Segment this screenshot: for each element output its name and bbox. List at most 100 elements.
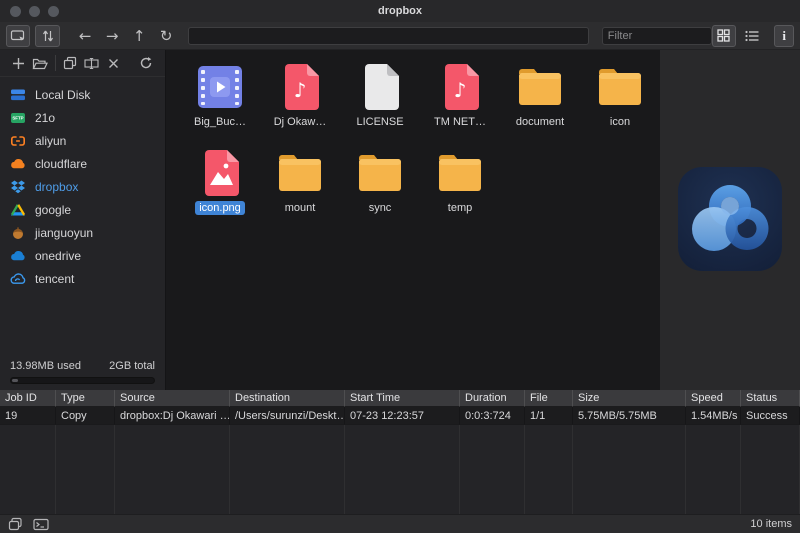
jianguoyun-icon — [10, 226, 26, 240]
add-remote-button[interactable] — [8, 52, 29, 74]
local-disk-icon — [10, 88, 26, 102]
column-header[interactable]: File — [525, 390, 573, 407]
file-item-video[interactable]: Big_Buc… — [180, 62, 260, 148]
filter-input[interactable] — [602, 27, 712, 45]
sidebar-item-aliyun[interactable]: aliyun — [0, 129, 165, 152]
copy-remote-button[interactable] — [60, 52, 81, 74]
file-item-folder[interactable]: document — [500, 62, 580, 148]
file-item-audio[interactable]: ♪ Dj Okaw… — [260, 62, 340, 148]
plus-icon — [12, 57, 25, 70]
column-header[interactable]: Source — [115, 390, 230, 407]
job-cell-duration[interactable]: 0:0:3:724 — [460, 407, 525, 425]
folder-icon — [356, 152, 404, 194]
storage-usage: 13.98MB used 2GB total — [0, 360, 165, 384]
toggle-remotes-panel-button[interactable] — [6, 25, 30, 47]
column-header[interactable]: Duration — [460, 390, 525, 407]
file-item-folder[interactable]: temp — [420, 148, 500, 234]
file-item-folder[interactable]: icon — [580, 62, 660, 148]
job-cell-type[interactable]: Copy — [56, 407, 115, 425]
toggle-transfers-panel-button[interactable] — [35, 25, 59, 47]
transfers-status-icon[interactable] — [8, 517, 23, 531]
list-view-button[interactable] — [740, 25, 764, 47]
file-item-document[interactable]: LICENSE — [340, 62, 420, 148]
table-filler — [230, 425, 345, 514]
grid-view-button[interactable] — [712, 25, 736, 47]
table-filler — [741, 425, 800, 514]
file-label: document — [512, 115, 568, 129]
forward-button[interactable]: → — [99, 27, 126, 45]
info-panel-button[interactable]: i — [774, 25, 794, 47]
job-cell-speed[interactable]: 1.54MB/s — [686, 407, 741, 425]
remote-label: tencent — [35, 272, 74, 286]
file-label: Dj Okaw… — [270, 115, 331, 129]
sidebar: Local Disk SFTP 21o aliyun — [0, 50, 166, 390]
sidebar-item-local-disk[interactable]: Local Disk — [0, 83, 165, 106]
app-window: dropbox ← → ↑ ↻ — [0, 0, 800, 533]
job-cell-destination[interactable]: /Users/surunzi/Deskt… — [230, 407, 345, 425]
terminal-icon[interactable] — [33, 518, 49, 531]
refresh-icon — [139, 56, 153, 70]
dropbox-icon — [10, 180, 26, 194]
job-cell-id[interactable]: 19 — [0, 407, 56, 425]
document-file-icon — [360, 63, 400, 111]
table-filler — [525, 425, 573, 514]
sidebar-item-onedrive[interactable]: onedrive — [0, 244, 165, 267]
table-filler — [686, 425, 741, 514]
sidebar-item-google[interactable]: google — [0, 198, 165, 221]
job-cell-start-time[interactable]: 07-23 12:23:57 — [345, 407, 460, 425]
job-cell-status[interactable]: Success — [741, 407, 800, 425]
usage-used-label: 13.98MB used — [10, 360, 81, 372]
table-filler — [0, 425, 56, 514]
folder-icon — [516, 66, 564, 108]
address-input[interactable] — [188, 27, 589, 45]
file-label: Big_Buc… — [190, 115, 250, 129]
file-item-folder[interactable]: mount — [260, 148, 340, 234]
column-header[interactable]: Destination — [230, 390, 345, 407]
sidebar-item-dropbox[interactable]: dropbox — [0, 175, 165, 198]
rename-icon — [84, 57, 99, 70]
remote-label: google — [35, 203, 71, 217]
sidebar-item-tencent[interactable]: tencent — [0, 267, 165, 290]
column-header[interactable]: Speed — [686, 390, 741, 407]
usage-total-label: 2GB total — [109, 360, 155, 372]
cloudflare-icon — [10, 157, 26, 171]
job-cell-size[interactable]: 5.75MB/5.75MB — [573, 407, 686, 425]
column-header[interactable]: Job ID — [0, 390, 56, 407]
close-icon — [108, 58, 119, 69]
rename-remote-button[interactable] — [81, 52, 102, 74]
back-button[interactable]: ← — [72, 27, 99, 45]
file-item-image-selected[interactable]: icon.png — [180, 148, 260, 234]
remote-label: cloudflare — [35, 157, 87, 171]
file-item-folder[interactable]: sync — [340, 148, 420, 234]
job-cell-file[interactable]: 1/1 — [525, 407, 573, 425]
sidebar-item-21o[interactable]: SFTP 21o — [0, 106, 165, 129]
sidebar-item-cloudflare[interactable]: cloudflare — [0, 152, 165, 175]
main-area: Local Disk SFTP 21o aliyun — [0, 50, 800, 390]
open-remote-button[interactable] — [29, 52, 50, 74]
column-header[interactable]: Start Time — [345, 390, 460, 407]
image-file-icon — [200, 149, 240, 197]
tencent-cloud-icon — [10, 272, 26, 286]
audio-file-icon: ♪ — [440, 63, 480, 111]
file-item-audio[interactable]: ♪ TM NET… — [420, 62, 500, 148]
items-count: 10 items — [750, 518, 792, 530]
main-toolbar: ← → ↑ ↻ i — [0, 22, 800, 50]
refresh-button[interactable]: ↻ — [153, 27, 180, 45]
open-folder-icon — [32, 57, 48, 70]
column-header[interactable]: Size — [573, 390, 686, 407]
up-button[interactable]: ↑ — [126, 27, 153, 45]
audio-file-icon: ♪ — [280, 63, 320, 111]
sidebar-item-jianguoyun[interactable]: jianguoyun — [0, 221, 165, 244]
column-header[interactable]: Status — [741, 390, 800, 407]
file-grid: Big_Buc… ♪ Dj Okaw… LICENSE — [180, 62, 660, 234]
video-file-icon — [197, 65, 243, 109]
file-label: TM NET… — [430, 115, 490, 129]
table-filler — [115, 425, 230, 514]
remote-label: 21o — [35, 111, 55, 125]
job-cell-source[interactable]: dropbox:Dj Okawari … — [115, 407, 230, 425]
refresh-remotes-button[interactable] — [136, 52, 157, 74]
file-label: sync — [365, 201, 396, 215]
file-label-selected: icon.png — [195, 201, 245, 215]
delete-remote-button[interactable] — [102, 52, 123, 74]
column-header[interactable]: Type — [56, 390, 115, 407]
